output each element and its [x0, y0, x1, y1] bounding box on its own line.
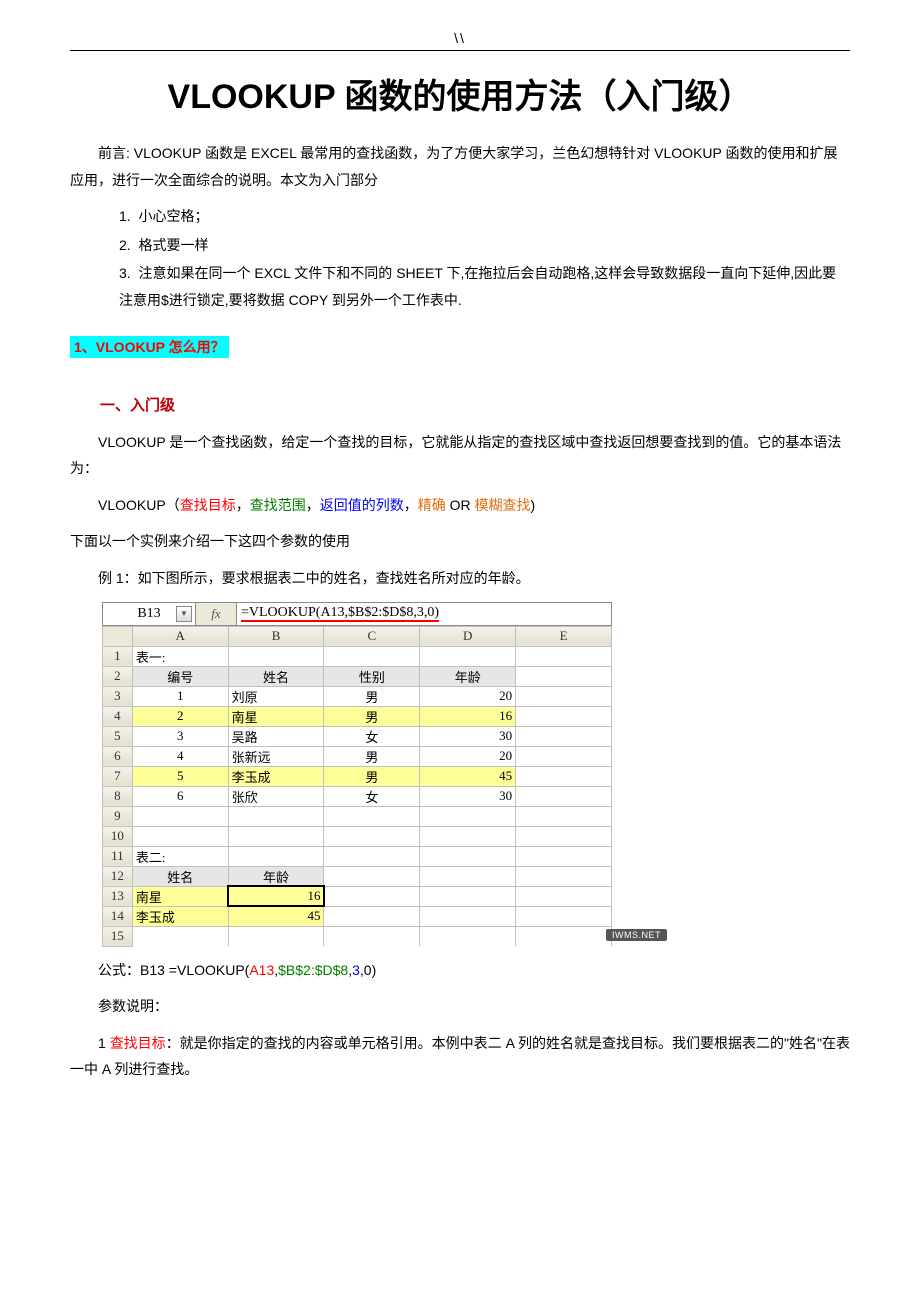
table1-header: 编号 — [132, 666, 228, 686]
page-title: VLOOKUP 函数的使用方法（入门级） — [70, 69, 850, 118]
table2-header: 年龄 — [228, 866, 324, 886]
corner-cell — [103, 626, 133, 646]
table1-header: 性别 — [324, 666, 420, 686]
document-page: \\ VLOOKUP 函数的使用方法（入门级） 前言: VLOOKUP 函数是 … — [0, 0, 920, 1133]
formula-bar: B13 ▼ fx =VLOOKUP(A13,$B$2:$D$8,3,0) — [102, 602, 612, 626]
chevron-down-icon: ▼ — [176, 606, 192, 622]
notes-list: 1. 小心空格； 2. 格式要一样 3. 注意如果在同一个 EXCL 文件下和不… — [70, 203, 850, 313]
note-item: 1. 小心空格； — [119, 203, 850, 230]
syntax-line: VLOOKUP（查找目标，查找范围，返回值的列数，精确 OR 模糊查找) — [70, 492, 850, 519]
col-header: A — [132, 626, 228, 646]
note-item: 3. 注意如果在同一个 EXCL 文件下和不同的 SHEET 下,在拖拉后会自动… — [119, 260, 850, 313]
syntax-arg2: 查找范围 — [250, 497, 306, 513]
name-box: B13 ▼ — [103, 603, 196, 625]
syntax-arg3: 返回值的列数 — [320, 497, 404, 513]
table1-label: 表一: — [132, 646, 228, 666]
intro-paragraph: VLOOKUP 是一个查找函数，给定一个查找的目标，它就能从指定的查找区域中查找… — [70, 429, 850, 482]
spreadsheet: A B C D E 1表一: 2 编号 姓名 性别 年龄 31刘原男20 42南… — [102, 626, 612, 947]
note-text: 小心空格； — [138, 208, 208, 224]
fx-label: fx — [196, 603, 237, 625]
formula-text: =VLOOKUP(A13,$B$2:$D$8,3,0) — [241, 606, 439, 622]
syntax-arg4a: 精确 — [418, 497, 446, 513]
syntax-prefix: VLOOKUP（ — [98, 497, 180, 513]
param-label: 参数说明： — [70, 993, 850, 1020]
col-header: B — [228, 626, 324, 646]
preface: 前言: VLOOKUP 函数是 EXCEL 最常用的查找函数，为了方便大家学习，… — [70, 140, 850, 193]
syntax-arg1: 查找目标 — [180, 497, 236, 513]
q1-label: 1、VLOOKUP 怎么用？ — [70, 336, 229, 358]
note-text: 格式要一样 — [138, 237, 208, 253]
col-header: D — [420, 626, 516, 646]
col-header: C — [324, 626, 420, 646]
formula-value: =VLOOKUP(A13,$B$2:$D$8,3,0) — [237, 603, 611, 625]
table1-header: 年龄 — [420, 666, 516, 686]
excel-screenshot: B13 ▼ fx =VLOOKUP(A13,$B$2:$D$8,3,0) A B… — [102, 602, 612, 947]
question-highlight: 1、VLOOKUP 怎么用？ — [70, 328, 850, 372]
section-title: 一、入门级 — [70, 394, 850, 415]
example1-text: 例 1：如下图所示，要求根据表二中的姓名，查找姓名所对应的年龄。 — [70, 565, 850, 592]
name-box-value: B13 — [137, 606, 160, 622]
note-text: 注意如果在同一个 EXCL 文件下和不同的 SHEET 下,在拖拉后会自动跑格,… — [119, 265, 836, 308]
watermark: IWMS.NET — [606, 929, 667, 941]
col-header: E — [516, 626, 612, 646]
param1: 1 查找目标：就是你指定的查找的内容或单元格引用。本例中表二 A 列的姓名就是查… — [70, 1030, 850, 1083]
param1-name: 查找目标 — [110, 1035, 166, 1051]
col-headers: A B C D E — [103, 626, 612, 646]
note-item: 2. 格式要一样 — [119, 232, 850, 259]
header-rule — [70, 50, 850, 51]
table2-label: 表二: — [132, 846, 228, 866]
table2-header: 姓名 — [132, 866, 228, 886]
formula-line: 公式：B13 =VLOOKUP(A13,$B$2:$D$8,3,0) — [70, 957, 850, 984]
table1-header: 姓名 — [228, 666, 324, 686]
example-lead: 下面以一个实例来介绍一下这四个参数的使用 — [70, 528, 850, 555]
header-mark: \\ — [70, 30, 850, 46]
selected-cell: 16 — [228, 886, 324, 906]
syntax-arg4b: 模糊查找 — [474, 497, 530, 513]
